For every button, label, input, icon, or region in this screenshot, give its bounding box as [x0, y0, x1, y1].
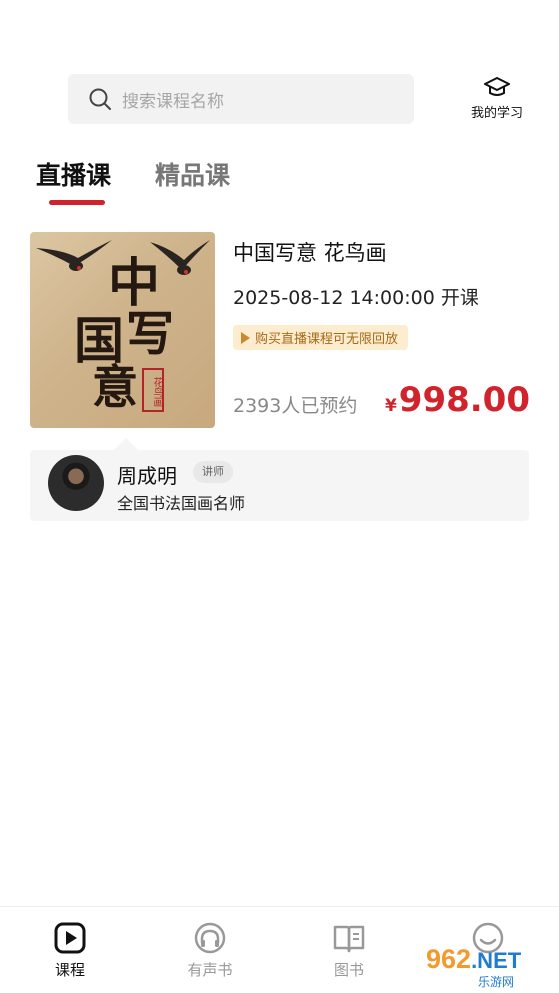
watermark-main: 962 — [426, 944, 472, 974]
cover-calligraphy-char: 中 — [108, 253, 161, 314]
nav-item-books[interactable]: 图书 — [309, 921, 389, 980]
nav-item-audiobooks[interactable]: 有声书 — [170, 921, 250, 980]
teacher-description: 全国书法国画名师 — [117, 494, 246, 513]
nav-label-audiobooks: 有声书 — [187, 961, 233, 979]
teacher-avatar — [48, 455, 104, 511]
course-tabs: 直播课 精品课 — [36, 156, 274, 205]
replay-badge: 购买直播课程可无限回放 — [233, 325, 409, 350]
headphones-icon — [194, 922, 226, 954]
cover-seal: 花鸟画 — [142, 368, 164, 412]
watermark-sub: 乐游网 — [478, 975, 515, 989]
swallow-illustration — [36, 240, 112, 271]
site-watermark: 962.NET 乐游网 — [420, 944, 555, 989]
course-card[interactable]: 中 国 写 意 花鸟画 中国写意 花鸟画 2025-08-12 14:00:00… — [30, 232, 530, 428]
course-price: ¥998.00 — [385, 380, 530, 420]
price-currency: ¥ — [384, 396, 397, 416]
teacher-name: 周成明 — [117, 464, 177, 488]
my-study-label: 我的学习 — [470, 106, 523, 121]
nav-label-books: 图书 — [333, 961, 364, 979]
search-icon — [89, 88, 111, 110]
cover-calligraphy-char: 国 — [74, 311, 124, 370]
my-study-button[interactable]: 我的学习 — [462, 76, 532, 121]
tab-premium-course[interactable]: 精品课 — [155, 156, 230, 192]
course-title: 中国写意 花鸟画 — [233, 241, 387, 265]
price-amount: 998.00 — [398, 380, 530, 420]
watermark-suffix: .NET — [471, 948, 522, 973]
nav-item-courses[interactable]: 课程 — [30, 921, 110, 980]
teacher-role-badge: 讲师 — [193, 461, 233, 483]
watermark-logo: 962.NET — [426, 944, 521, 975]
course-start-time: 2025-08-12 14:00:00 开课 — [233, 287, 479, 309]
teacher-info[interactable]: 周成明 讲师 全国书法国画名师 — [30, 438, 529, 521]
reserved-count: 2393人已预约 — [233, 395, 358, 417]
tab-live-course-label: 直播课 — [36, 161, 112, 190]
cover-calligraphy-char: 意 — [92, 360, 138, 414]
play-triangle-icon — [241, 331, 250, 344]
graduation-cap-icon — [484, 77, 510, 96]
tab-live-course[interactable]: 直播课 — [36, 156, 112, 205]
cover-calligraphy-char: 写 — [126, 306, 175, 362]
active-tab-indicator — [49, 200, 105, 205]
course-cover: 中 国 写 意 花鸟画 — [30, 232, 215, 428]
search-input[interactable]: 搜索课程名称 — [68, 74, 414, 124]
tab-premium-course-label: 精品课 — [155, 161, 231, 190]
play-square-icon — [54, 922, 86, 954]
book-icon — [333, 925, 365, 953]
nav-label-courses: 课程 — [54, 961, 85, 979]
replay-badge-text: 购买直播课程可无限回放 — [255, 332, 399, 347]
search-placeholder: 搜索课程名称 — [122, 91, 224, 112]
